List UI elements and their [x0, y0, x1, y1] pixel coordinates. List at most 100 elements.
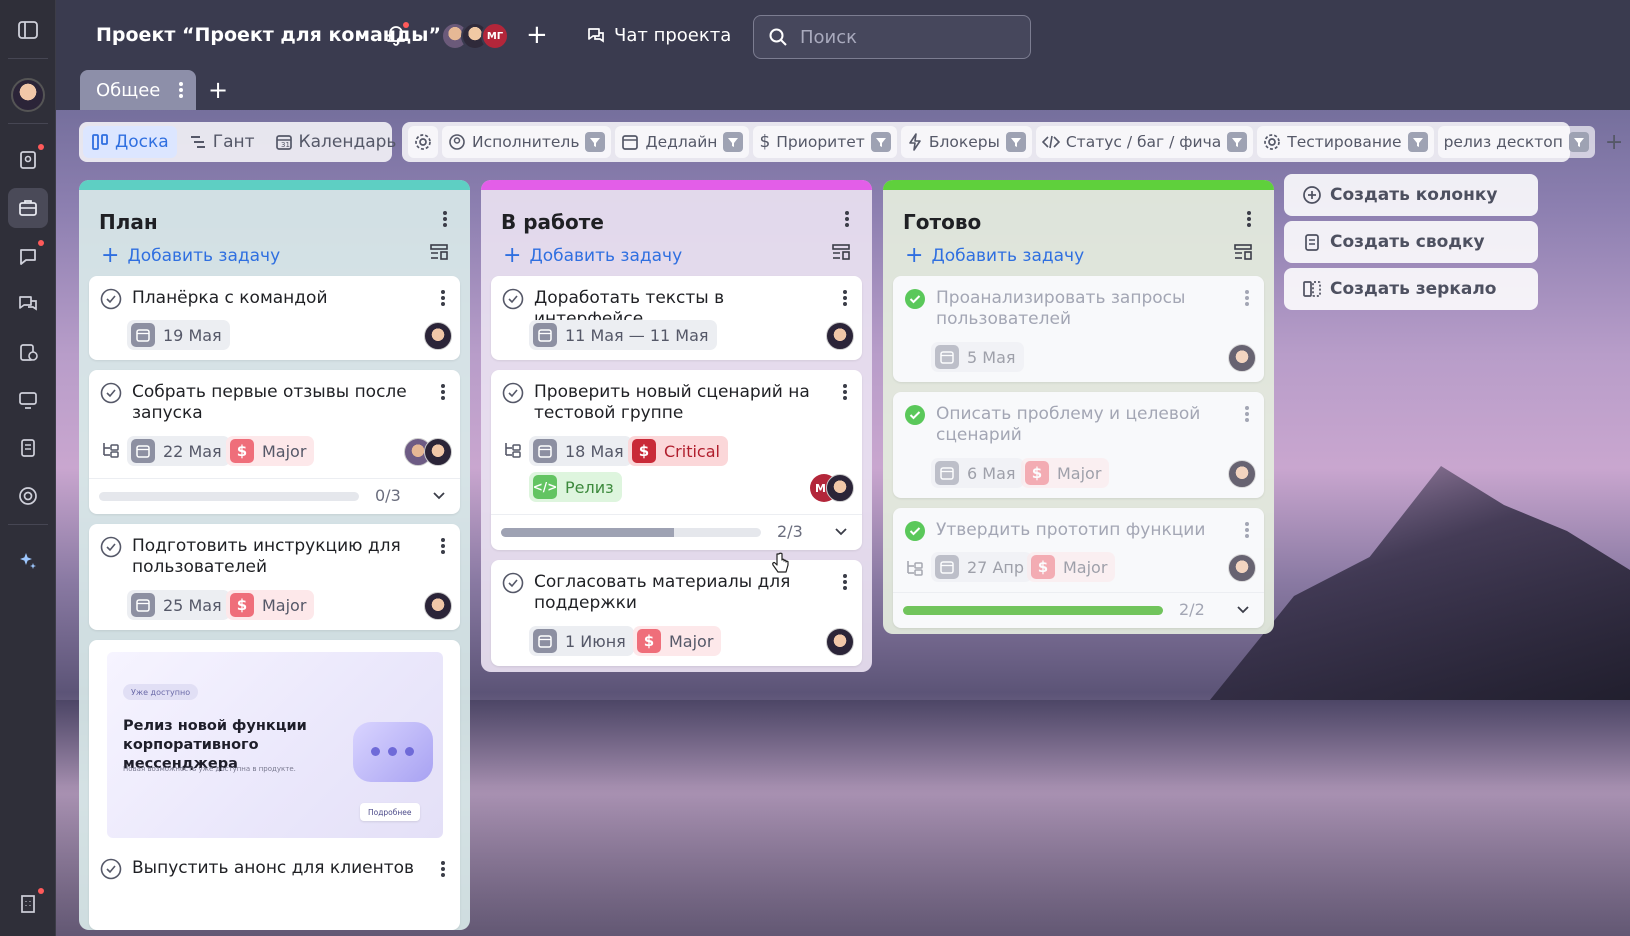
chevron-down-icon[interactable]	[1236, 602, 1250, 616]
card-view-icon[interactable]	[430, 244, 448, 260]
task-done-icon[interactable]	[904, 404, 926, 426]
filter-deadline[interactable]: Дедлайн	[615, 126, 750, 158]
funnel-icon[interactable]	[1407, 132, 1428, 152]
search-box[interactable]	[753, 15, 1031, 59]
search-input[interactable]	[800, 26, 1000, 48]
priority-chip[interactable]: $ Major	[633, 626, 722, 656]
rail-toggle-panel-icon[interactable]	[8, 10, 48, 50]
filter-desktop-release[interactable]: релиз десктоп	[1437, 126, 1595, 158]
task-menu-icon[interactable]	[842, 573, 848, 591]
funnel-icon[interactable]	[1568, 132, 1589, 152]
priority-chip[interactable]: $ Critical	[628, 436, 728, 466]
task-title[interactable]: Проверить новый сценарий на тестовой гру…	[534, 382, 822, 424]
funnel-icon[interactable]	[870, 132, 891, 152]
create-mirror-button[interactable]: Создать зеркало	[1284, 268, 1538, 310]
task-check-icon[interactable]	[502, 382, 524, 404]
project-chat-button[interactable]: Чат проекта	[586, 25, 731, 46]
task-card[interactable]: Собрать первые отзывы после запуска 22 М…	[89, 370, 460, 514]
rail-support-icon[interactable]	[8, 476, 48, 516]
funnel-icon[interactable]	[585, 132, 606, 152]
add-tab-icon[interactable]: +	[208, 76, 228, 104]
task-check-icon[interactable]	[100, 288, 122, 310]
priority-chip[interactable]: $ Major	[226, 436, 315, 466]
task-title[interactable]: Согласовать материалы для поддержки	[534, 572, 822, 614]
task-title[interactable]: Собрать первые отзывы после запуска	[132, 382, 420, 424]
column-menu-icon[interactable]	[442, 210, 448, 228]
tab-menu-icon[interactable]	[178, 81, 184, 99]
view-board-button[interactable]: Доска	[83, 126, 177, 158]
deadline-chip[interactable]: 27 Апр	[931, 552, 1033, 582]
task-card[interactable]: Подготовить инструкцию для пользователей…	[89, 524, 460, 630]
filter-blockers[interactable]: Блокеры	[900, 126, 1032, 158]
task-check-icon[interactable]	[502, 572, 524, 594]
rail-ai-sparkle-icon[interactable]	[8, 541, 48, 581]
task-title[interactable]: Подготовить инструкцию для пользователей	[132, 536, 420, 578]
task-title[interactable]: Проанализировать запросы пользователей	[936, 288, 1224, 330]
deadline-chip[interactable]: 19 Мая	[127, 320, 230, 350]
task-check-icon[interactable]	[502, 288, 524, 310]
task-menu-icon[interactable]	[440, 537, 446, 555]
rail-projects-icon[interactable]	[7, 188, 48, 228]
rail-user-avatar[interactable]	[8, 75, 48, 115]
project-members[interactable]: МГ	[441, 22, 509, 50]
card-view-icon[interactable]	[1234, 244, 1252, 260]
column-menu-icon[interactable]	[844, 210, 850, 228]
priority-chip[interactable]: $ Major	[1021, 458, 1110, 488]
deadline-chip[interactable]: 18 Мая	[529, 436, 632, 466]
task-menu-icon[interactable]	[440, 860, 446, 878]
task-done-icon[interactable]	[904, 288, 926, 310]
task-title[interactable]: Выпустить анонс для клиентов	[132, 858, 420, 879]
rail-monitor-icon[interactable]	[8, 380, 48, 420]
task-menu-icon[interactable]	[1244, 405, 1250, 423]
deadline-chip[interactable]: 5 Мая	[931, 342, 1024, 372]
task-menu-icon[interactable]	[1244, 521, 1250, 539]
rail-chats-icon[interactable]	[8, 284, 48, 324]
filter-assignee[interactable]: Исполнитель	[442, 126, 612, 158]
priority-chip[interactable]: $ Major	[1027, 552, 1116, 582]
tag-chip[interactable]: </> Релиз	[529, 472, 622, 502]
assignee-avatar[interactable]	[424, 322, 452, 350]
task-menu-icon[interactable]	[440, 383, 446, 401]
filter-testing[interactable]: Тестирование	[1257, 126, 1434, 158]
rail-messenger-icon[interactable]	[8, 236, 48, 276]
task-card[interactable]: Согласовать материалы для поддержки 1 Ию…	[491, 560, 862, 666]
task-menu-icon[interactable]	[1244, 289, 1250, 307]
add-task-button[interactable]: + Добавить задачу	[503, 243, 682, 268]
task-check-icon[interactable]	[100, 536, 122, 558]
assignee-avatar[interactable]	[424, 592, 452, 620]
deadline-chip[interactable]: 22 Мая	[127, 436, 230, 466]
card-view-icon[interactable]	[832, 244, 850, 260]
funnel-icon[interactable]	[1005, 132, 1026, 152]
subtasks-icon[interactable]	[906, 560, 924, 576]
priority-chip[interactable]: $ Major	[226, 590, 315, 620]
funnel-icon[interactable]	[723, 132, 744, 152]
task-card-completed[interactable]: Описать проблему и целевой сценарий 6 Ма…	[893, 392, 1264, 498]
board-settings-icon[interactable]	[408, 126, 438, 158]
task-card-with-cover[interactable]: Уже доступно Релиз новой функции корпора…	[89, 640, 460, 930]
chevron-down-icon[interactable]	[834, 524, 848, 538]
view-calendar-button[interactable]: 31 Календарь	[267, 126, 405, 158]
column-title[interactable]: План	[99, 210, 158, 234]
task-card[interactable]: Доработать тексты в интерфейсе 11 Мая — …	[491, 276, 862, 360]
task-menu-icon[interactable]	[440, 289, 446, 307]
deadline-chip[interactable]: 6 Мая	[931, 458, 1024, 488]
task-card[interactable]: Планёрка с командой 19 Мая	[89, 276, 460, 360]
tab-general[interactable]: Общее	[80, 70, 196, 110]
rail-company-icon[interactable]	[8, 884, 48, 924]
column-menu-icon[interactable]	[1246, 210, 1252, 228]
deadline-chip[interactable]: 25 Мая	[127, 590, 230, 620]
assignee-avatar[interactable]	[1228, 460, 1256, 488]
deadline-chip[interactable]: 11 Мая — 11 Мая	[529, 320, 717, 350]
create-column-button[interactable]: Создать колонку	[1284, 174, 1538, 216]
filter-priority[interactable]: $ Приоритет	[753, 126, 897, 158]
rail-calendar-tasks-icon[interactable]	[8, 332, 48, 372]
chevron-down-icon[interactable]	[432, 488, 446, 502]
create-summary-button[interactable]: Создать сводку	[1284, 221, 1538, 263]
task-check-icon[interactable]	[100, 858, 122, 880]
task-title[interactable]: Утвердить прототип функции	[936, 520, 1224, 541]
bell-icon[interactable]	[386, 22, 409, 50]
assignee-avatar[interactable]	[826, 628, 854, 656]
task-check-icon[interactable]	[100, 382, 122, 404]
task-done-icon[interactable]	[904, 520, 926, 542]
task-title[interactable]: Планёрка с командой	[132, 288, 420, 309]
